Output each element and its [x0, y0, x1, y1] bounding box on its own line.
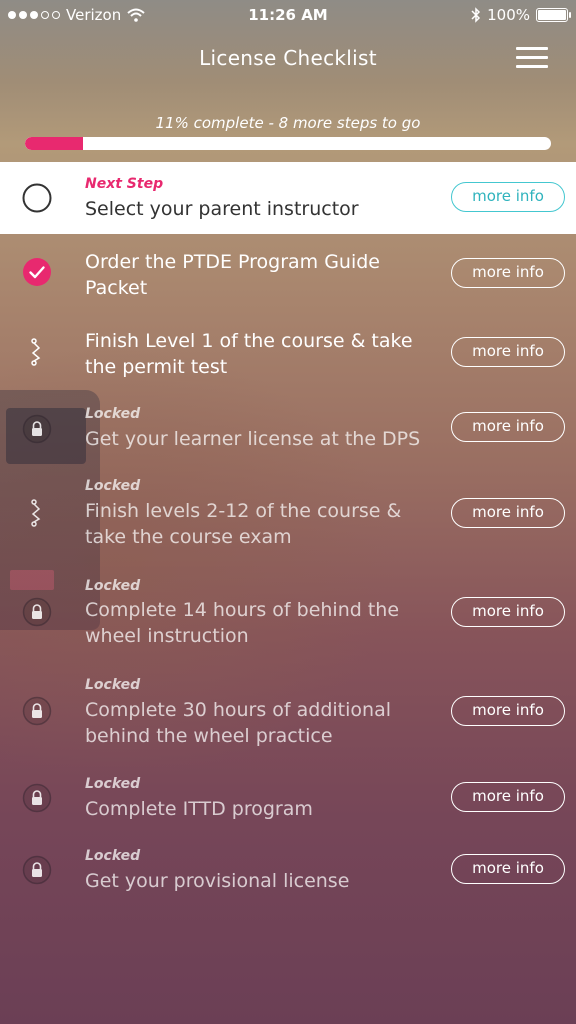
- step-kicker: Locked: [85, 478, 141, 494]
- more-info-button[interactable]: more info: [451, 412, 565, 442]
- step-kicker: Locked: [85, 848, 141, 864]
- step-kicker: Locked: [85, 406, 141, 422]
- lock-icon: [22, 783, 52, 813]
- lock-icon: [22, 855, 52, 885]
- more-info-button[interactable]: more info: [451, 337, 565, 367]
- more-info-button[interactable]: more info: [451, 498, 565, 528]
- check-circle-icon[interactable]: [22, 257, 52, 287]
- status-bar: Verizon 11:26 AM 100%: [0, 0, 576, 30]
- lock-icon: [22, 414, 52, 444]
- more-info-button[interactable]: more info: [451, 696, 565, 726]
- step-provisional-license[interactable]: Locked Get your provisional license more…: [0, 848, 576, 898]
- step-label: Get your learner license at the DPS: [85, 428, 421, 450]
- zigzag-path-icon: [31, 338, 41, 366]
- step-kicker: Locked: [85, 677, 141, 693]
- step-select-parent-instructor[interactable]: Next Step Select your parent instructor …: [0, 162, 576, 234]
- step-kicker: Locked: [85, 578, 141, 594]
- lock-icon: [22, 597, 52, 627]
- step-14-hours-instruction[interactable]: Locked Complete 14 hours of behind the w…: [0, 576, 576, 654]
- step-kicker: Next Step: [85, 176, 164, 192]
- step-learner-license[interactable]: Locked Get your learner license at the D…: [0, 404, 576, 460]
- progress-bar-fill: [25, 137, 83, 150]
- step-kicker: Locked: [85, 776, 141, 792]
- battery-icon: [536, 8, 571, 22]
- empty-circle-icon[interactable]: [22, 183, 52, 213]
- step-label: Order the PTDE Program Guide Packet: [85, 251, 380, 299]
- step-ittd-program[interactable]: Locked Complete ITTD program more info: [0, 776, 576, 826]
- step-label: Finish Level 1 of the course & take the …: [85, 330, 413, 378]
- step-finish-level-1[interactable]: Finish Level 1 of the course & take the …: [0, 324, 576, 384]
- more-info-button[interactable]: more info: [451, 597, 565, 627]
- status-right: 100%: [471, 6, 571, 24]
- more-info-button[interactable]: more info: [451, 854, 565, 884]
- step-label: Complete 30 hours of additional behind t…: [85, 699, 391, 747]
- step-finish-levels-2-12[interactable]: Locked Finish levels 2-12 of the course …: [0, 476, 576, 554]
- more-info-button[interactable]: more info: [451, 182, 565, 212]
- progress-summary: 11% complete - 8 more steps to go: [155, 114, 421, 132]
- hamburger-menu-icon[interactable]: [516, 47, 548, 69]
- step-label: Finish levels 2-12 of the course & take …: [85, 500, 402, 548]
- step-30-hours-practice[interactable]: Locked Complete 30 hours of additional b…: [0, 676, 576, 754]
- step-label: Select your parent instructor: [85, 198, 359, 220]
- step-label: Get your provisional license: [85, 870, 350, 892]
- more-info-button[interactable]: more info: [451, 782, 565, 812]
- step-label: Complete ITTD program: [85, 798, 313, 820]
- bluetooth-icon: [471, 7, 481, 23]
- step-label: Complete 14 hours of behind the wheel in…: [85, 599, 400, 647]
- step-order-program-guide[interactable]: Order the PTDE Program Guide Packet more…: [0, 246, 576, 306]
- progress-bar: [25, 137, 551, 150]
- page-title: License Checklist: [199, 46, 377, 70]
- zigzag-path-icon: [31, 499, 41, 527]
- battery-percent: 100%: [487, 6, 530, 24]
- more-info-button[interactable]: more info: [451, 258, 565, 288]
- lock-icon: [22, 696, 52, 726]
